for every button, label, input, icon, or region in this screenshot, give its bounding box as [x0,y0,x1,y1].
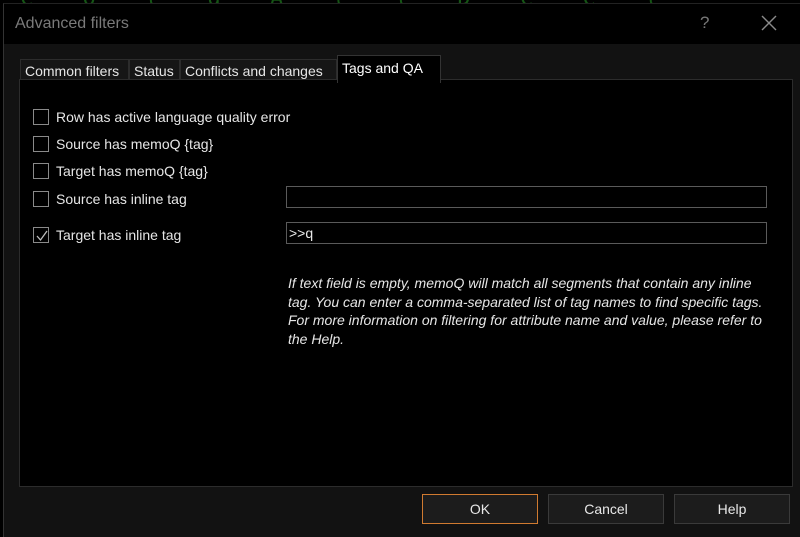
question-mark-icon[interactable]: ? [700,13,709,33]
checkmark-icon [36,230,48,242]
option-row-language-quality-error[interactable]: Row has active language quality error [33,109,290,125]
close-icon[interactable] [760,14,778,32]
checkbox[interactable] [33,136,49,152]
info-paragraph: If text field is empty, memoQ will match… [288,275,763,310]
option-row-target-inline-tag[interactable]: Target has inline tag [33,227,181,243]
option-label: Source has inline tag [56,191,187,207]
help-button[interactable]: Help [674,494,790,524]
tags-and-qa-panel: Row has active language quality error So… [19,79,793,487]
option-row-source-memoq-tag[interactable]: Source has memoQ {tag} [33,136,213,152]
checkbox[interactable] [33,163,49,179]
tab-tags-and-qa[interactable]: Tags and QA [337,55,441,83]
checkbox[interactable] [33,109,49,125]
tab-status[interactable]: Status [129,59,180,81]
tab-conflicts-and-changes[interactable]: Conflicts and changes [180,59,337,81]
option-label: Row has active language quality error [56,109,291,125]
source-inline-tag-input[interactable] [286,186,767,208]
ok-button[interactable]: OK [422,494,538,524]
info-paragraph: For more information on filtering for at… [288,312,762,347]
tab-common-filters[interactable]: Common filters [20,59,129,81]
option-label: Target has inline tag [56,227,182,243]
option-row-source-inline-tag[interactable]: Source has inline tag [33,191,187,207]
checkbox-checked[interactable] [33,227,49,243]
option-label: Source has memoQ {tag} [56,136,214,152]
option-row-target-memoq-tag[interactable]: Target has memoQ {tag} [33,163,208,179]
info-text: If text field is empty, memoQ will match… [288,274,778,348]
checkbox[interactable] [33,191,49,207]
dialog-title: Advanced filters [15,15,129,32]
cancel-button[interactable]: Cancel [548,494,664,524]
title-bar: Advanced filters ? [4,4,800,44]
target-inline-tag-input[interactable] [286,222,767,244]
advanced-filters-dialog: Advanced filters ? Common filters Status… [3,3,800,537]
option-label: Target has memoQ {tag} [56,163,208,179]
